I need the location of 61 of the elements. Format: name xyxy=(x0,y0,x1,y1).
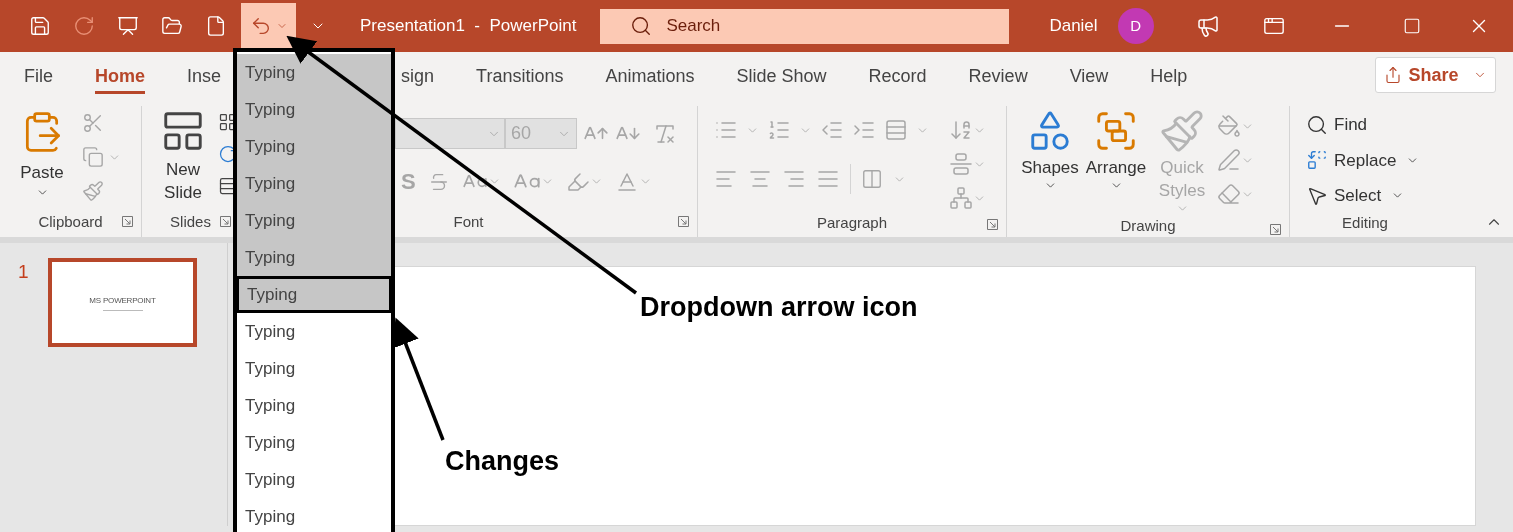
maximize-icon[interactable] xyxy=(1402,17,1421,35)
dialog-launcher-icon[interactable] xyxy=(987,219,998,230)
group-label: Drawing xyxy=(1120,216,1176,236)
editing-icon xyxy=(1306,113,1328,136)
new-file-icon[interactable] xyxy=(205,15,227,37)
dialog-launcher-icon[interactable] xyxy=(678,216,689,227)
undo-history-item[interactable]: Typing xyxy=(237,239,391,276)
annotation-label: Dropdown arrow icon xyxy=(640,291,918,324)
slide-thumbnail[interactable]: MS POWERPOINT xyxy=(48,258,197,347)
ribbon-tab[interactable]: View xyxy=(1069,52,1109,100)
ribbon-tab[interactable]: Home xyxy=(95,52,146,100)
ribbon-tab[interactable]: Transitions xyxy=(476,52,564,100)
slide-number: 1 xyxy=(17,260,30,284)
ribbon-tab[interactable]: sign xyxy=(401,52,435,100)
ribbon-tab[interactable]: Inse xyxy=(187,52,222,100)
ribbon-tab[interactable]: Slide Show xyxy=(736,52,827,100)
editing-button[interactable]: Select xyxy=(1306,183,1420,209)
undo-history-item[interactable]: Typing xyxy=(236,276,392,313)
undo-button[interactable] xyxy=(241,3,296,49)
group-label: Slides xyxy=(170,211,211,232)
save-icon[interactable] xyxy=(29,15,51,37)
drawing-tool-icon xyxy=(1159,108,1205,154)
group-label: Clipboard xyxy=(38,211,103,232)
drawing-button[interactable]: Shapes xyxy=(1019,108,1081,215)
ribbon-tab[interactable]: Review xyxy=(968,52,1028,100)
editing-icon xyxy=(1306,149,1328,172)
dialog-launcher-icon[interactable] xyxy=(220,216,231,227)
thumbnail-title: MS POWERPOINT xyxy=(89,294,156,307)
undo-history-item[interactable]: Typing xyxy=(237,128,391,165)
group-label: Editing xyxy=(1342,212,1388,233)
undo-history-item[interactable]: Typing xyxy=(237,202,391,239)
dialog-launcher-icon[interactable] xyxy=(122,216,133,227)
share-button[interactable]: Share xyxy=(1375,57,1496,93)
drawing-button[interactable]: Arrange xyxy=(1085,108,1147,215)
ribbon-display-icon[interactable] xyxy=(1262,15,1285,37)
user-name: Daniel xyxy=(1049,15,1098,38)
folder-icon[interactable] xyxy=(161,15,183,37)
slide-canvas[interactable] xyxy=(394,266,1476,526)
undo-history-item[interactable]: Typing xyxy=(237,91,391,128)
group-label: Paragraph xyxy=(816,213,888,234)
ribbon-tab[interactable]: File xyxy=(24,52,53,100)
editing-button[interactable]: Find xyxy=(1306,112,1420,138)
presentation-icon[interactable] xyxy=(117,15,139,37)
megaphone-icon[interactable] xyxy=(1195,14,1220,38)
undo-history-item[interactable]: Typing xyxy=(237,165,391,202)
undo-history-item[interactable]: Typing xyxy=(237,54,391,91)
share-icon xyxy=(1384,66,1403,84)
new-slide-button[interactable]: New Slide xyxy=(152,106,214,207)
redo-icon[interactable] xyxy=(73,15,95,37)
search-icon xyxy=(630,15,653,37)
search-field[interactable]: Search xyxy=(600,8,1010,44)
paste-button[interactable]: Paste xyxy=(12,106,72,207)
dialog-launcher-icon[interactable] xyxy=(1270,224,1281,235)
user-avatar[interactable]: D xyxy=(1117,8,1154,44)
ribbon-tab[interactable]: Animations xyxy=(605,52,695,100)
ribbon-tab[interactable]: Record xyxy=(868,52,927,100)
window-title: Presentation1 - PowerPoint xyxy=(360,15,577,38)
group-label: Font xyxy=(453,211,484,232)
editing-button[interactable]: Replace xyxy=(1306,147,1420,173)
ribbon-tab[interactable]: Help xyxy=(1150,52,1188,100)
annotation-label: Changes xyxy=(445,445,560,478)
